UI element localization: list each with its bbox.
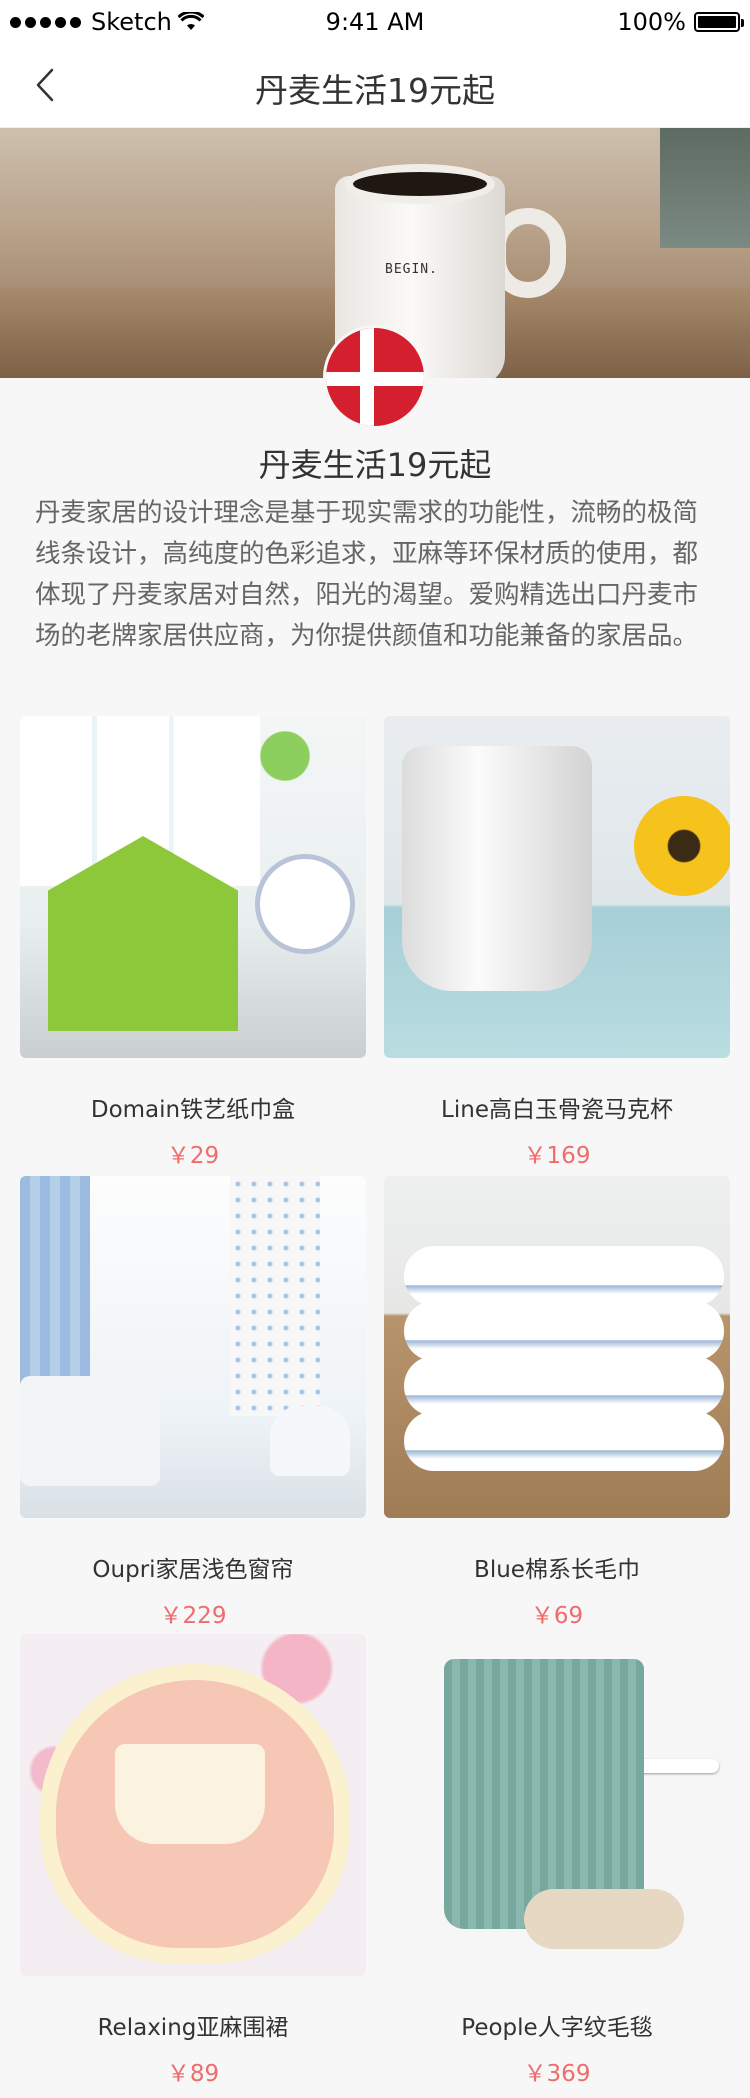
product-name[interactable]: Domain铁艺纸巾盒: [20, 1090, 366, 1124]
product-name[interactable]: Blue棉系长毛巾: [384, 1550, 730, 1584]
product-image[interactable]: [20, 1176, 366, 1518]
battery-percent: 100%: [617, 8, 686, 36]
product-image[interactable]: [384, 1176, 730, 1518]
intro-text: 丹麦家居的设计理念是基于现实需求的功能性，流畅的极简线条设计，高纯度的色彩追求，…: [35, 498, 699, 651]
battery-group: 100%: [617, 8, 744, 36]
product-name[interactable]: Oupri家居浅色窗帘: [20, 1550, 366, 1584]
product-name[interactable]: Line高白玉骨瓷马克杯: [384, 1090, 730, 1124]
battery-icon: [694, 12, 744, 32]
product-price: ￥89: [166, 2061, 220, 2087]
product-card[interactable]: People人字纹毛毯 ￥369: [384, 1634, 730, 2087]
product-image[interactable]: [20, 1634, 366, 1976]
product-image[interactable]: [384, 716, 730, 1058]
denmark-flag-icon: [323, 325, 427, 429]
mug-print-text: BEGIN.: [385, 262, 438, 277]
product-price: ￥69: [530, 1603, 584, 1629]
product-card[interactable]: Relaxing亚麻围裙 ￥89: [20, 1634, 366, 2087]
section-title: 丹麦生活19元起: [258, 446, 492, 484]
product-price: ￥29: [166, 1143, 220, 1169]
product-image[interactable]: [384, 1634, 730, 1976]
product-card[interactable]: Oupri家居浅色窗帘 ￥229: [20, 1176, 366, 1629]
status-bar: Sketch 9:41 AM 100%: [0, 0, 750, 42]
product-name[interactable]: People人字纹毛毯: [384, 2008, 730, 2042]
product-card[interactable]: Line高白玉骨瓷马克杯 ￥169: [384, 716, 730, 1169]
product-name[interactable]: Relaxing亚麻围裙: [20, 2008, 366, 2042]
product-image[interactable]: [20, 716, 366, 1058]
product-price: ￥229: [159, 1603, 227, 1629]
product-price: ￥169: [523, 1143, 591, 1169]
page-title: 丹麦生活19元起: [255, 71, 495, 110]
product-card[interactable]: Domain铁艺纸巾盒 ￥29: [20, 716, 366, 1169]
nav-bar: 丹麦生活19元起: [0, 42, 750, 128]
product-price: ￥369: [523, 2061, 591, 2087]
product-card[interactable]: Blue棉系长毛巾 ￥69: [384, 1176, 730, 1629]
